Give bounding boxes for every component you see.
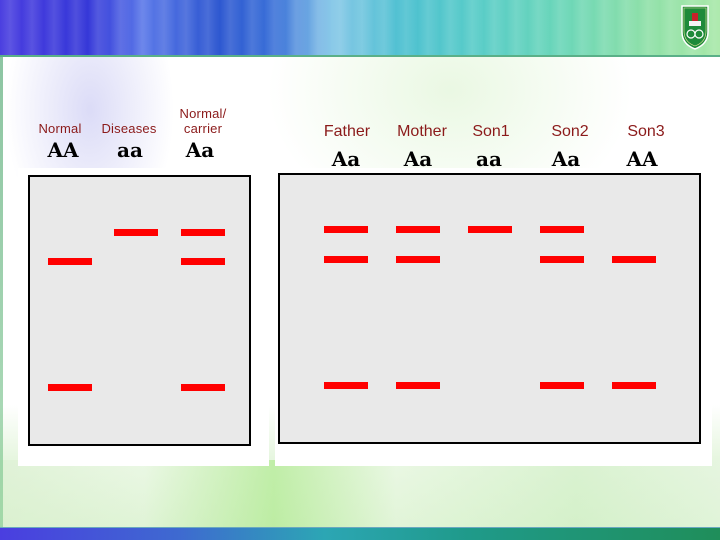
- header-banner: [0, 0, 720, 57]
- genotype-son3: AA: [626, 147, 658, 171]
- dna-band: [181, 229, 225, 236]
- university-crest-icon: [681, 5, 709, 50]
- genotype-father: Aa: [331, 147, 361, 171]
- lane-label-carrier-line2: carrier: [183, 121, 223, 136]
- lane-label-son3: Son3: [627, 123, 665, 140]
- genotype-normal: AA: [47, 138, 79, 162]
- genotype-son2: Aa: [551, 147, 581, 171]
- dna-band: [324, 256, 368, 263]
- dna-band: [540, 226, 584, 233]
- dna-band: [114, 229, 158, 236]
- dna-band: [612, 382, 656, 389]
- dna-band: [324, 226, 368, 233]
- lane-label-mother: Mother: [397, 123, 447, 140]
- lane-label-diseases: Diseases: [101, 121, 157, 136]
- dna-band: [324, 382, 368, 389]
- dna-band: [540, 382, 584, 389]
- genotype-carrier: Aa: [185, 138, 215, 162]
- dna-band: [540, 256, 584, 263]
- genotype-mother: Aa: [403, 147, 433, 171]
- dna-band: [181, 258, 225, 265]
- genotype-diseases: aa: [117, 138, 143, 162]
- dna-band: [48, 384, 92, 391]
- dna-band: [396, 382, 440, 389]
- dna-band: [396, 226, 440, 233]
- dna-band: [468, 226, 512, 233]
- lane-label-son2: Son2: [551, 123, 589, 140]
- genotype-son1: aa: [476, 147, 502, 171]
- dna-band: [396, 256, 440, 263]
- left-gel: [28, 175, 251, 446]
- dna-band: [181, 384, 225, 391]
- dna-band: [612, 256, 656, 263]
- lane-label-son1: Son1: [472, 123, 510, 140]
- dna-band: [48, 258, 92, 265]
- lane-label-carrier-line1: Normal/: [179, 106, 227, 121]
- footer-banner: [0, 527, 720, 540]
- right-gel: [278, 173, 701, 444]
- lane-label-normal: Normal: [38, 121, 82, 136]
- lane-label-father: Father: [323, 123, 371, 140]
